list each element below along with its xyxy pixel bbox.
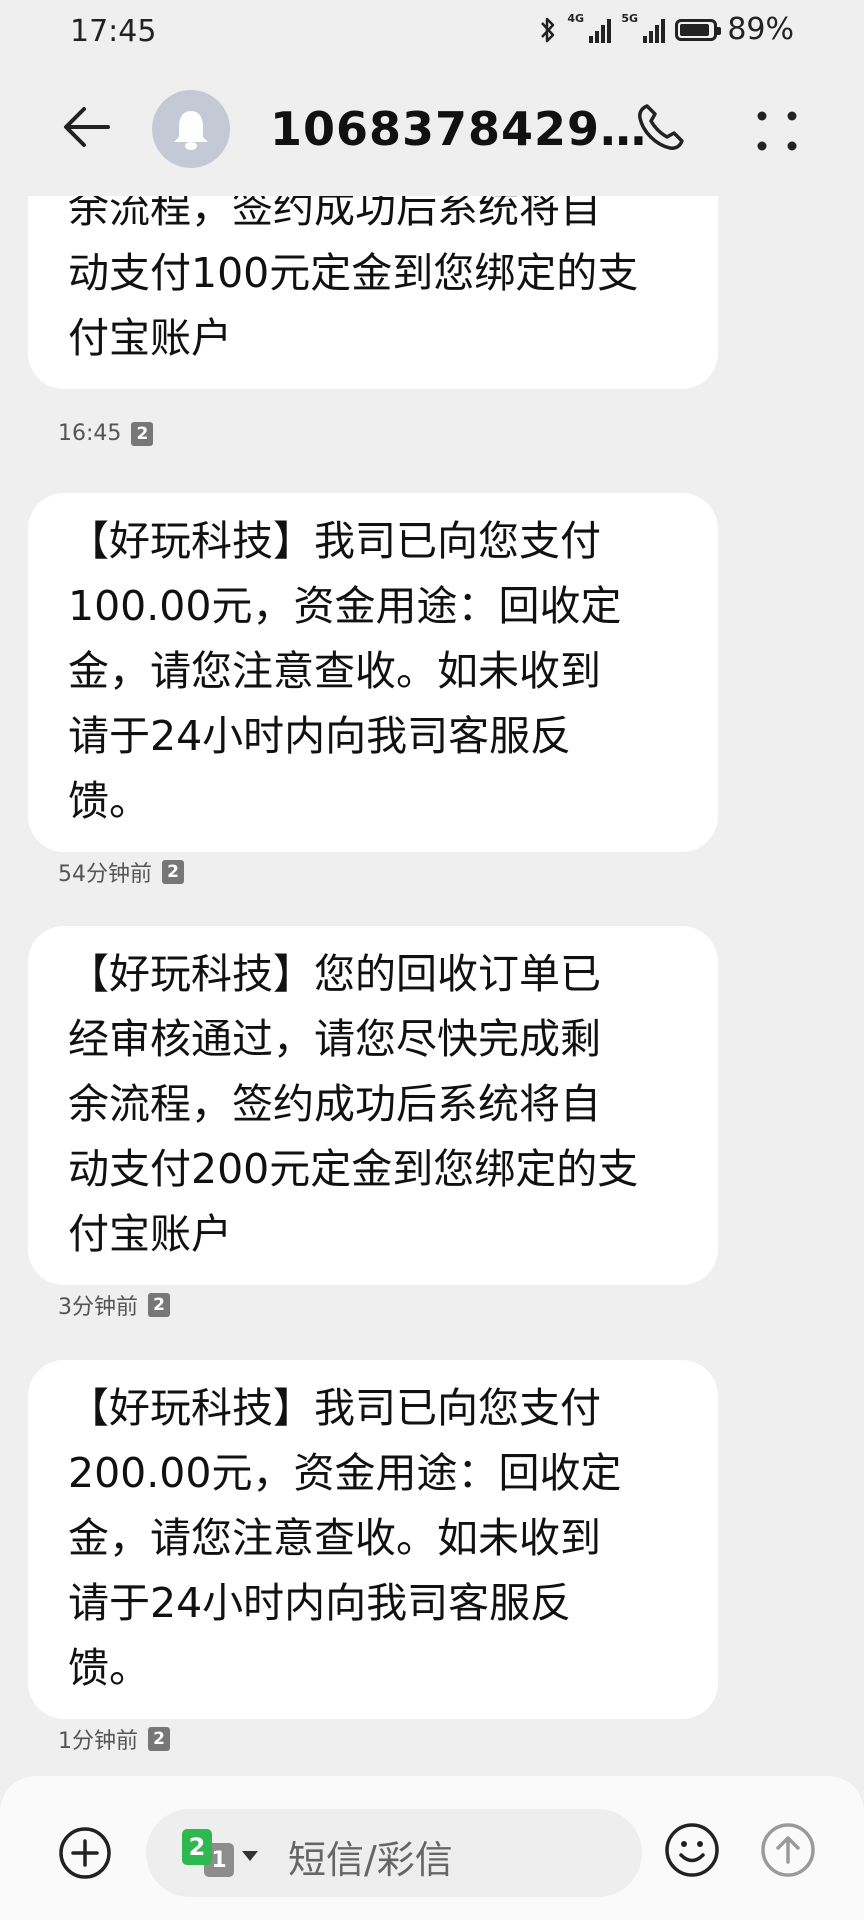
message-line: 请于24小时内向我司客服反 bbox=[68, 712, 572, 760]
bell-icon bbox=[174, 111, 208, 150]
signal-icon: 4G bbox=[567, 12, 612, 43]
status-icons: 4G 5G 89% bbox=[539, 12, 794, 47]
sim-selector[interactable]: 1 2 bbox=[182, 1829, 258, 1877]
sim-badge: 2 bbox=[131, 421, 154, 446]
message-line: 动支付100元定金到您绑定的支 bbox=[68, 249, 639, 297]
bluetooth-icon bbox=[541, 17, 555, 42]
message-time: 3分钟前 bbox=[58, 1295, 138, 1320]
message-time: 54分钟前 bbox=[58, 862, 152, 887]
message-time: 1分钟前 bbox=[58, 1729, 138, 1754]
plus-circle-icon bbox=[59, 1827, 111, 1879]
message-meta: 3分钟前 2 bbox=[58, 1289, 170, 1321]
message-line: 200.00元，资金用途：回收定 bbox=[68, 1449, 622, 1497]
message-line: 经审核通过，请您尽快完成剩 bbox=[68, 1015, 601, 1063]
message-line: 金，请您注意查收。如未收到 bbox=[68, 647, 601, 695]
sim-primary-badge: 2 bbox=[182, 1829, 212, 1865]
conversation-header: 1068378429… bbox=[0, 66, 864, 196]
message-bubble[interactable]: 余流程，签约成功后系统将自 动支付100元定金到您绑定的支 付宝账户 bbox=[28, 196, 718, 389]
message-line: 付宝账户 bbox=[68, 314, 232, 362]
message-bubble[interactable]: 【好玩科技】我司已向您支付 200.00元，资金用途：回收定 金，请您注意查收。… bbox=[28, 1360, 718, 1719]
message-meta: 54分钟前 2 bbox=[58, 856, 184, 888]
message-time: 16:45 bbox=[58, 421, 122, 446]
more-options-button[interactable] bbox=[752, 106, 802, 156]
arrow-left-icon bbox=[64, 107, 110, 147]
emoji-icon bbox=[665, 1823, 719, 1877]
message-line: 余流程，签约成功后系统将自 bbox=[68, 1080, 601, 1128]
signal-icon: 5G bbox=[621, 12, 666, 43]
message-line: 金，请您注意查收。如未收到 bbox=[68, 1514, 601, 1562]
message-bubble[interactable]: 【好玩科技】我司已向您支付 100.00元，资金用途：回收定 金，请您注意查收。… bbox=[28, 493, 718, 852]
status-time: 17:45 bbox=[70, 14, 157, 49]
message-thread[interactable]: 余流程，签约成功后系统将自 动支付100元定金到您绑定的支 付宝账户 16:45… bbox=[0, 196, 864, 1776]
message-bubble[interactable]: 【好玩科技】您的回收订单已 经审核通过，请您尽快完成剩 余流程，签约成功后系统将… bbox=[28, 926, 718, 1285]
battery-percent: 89% bbox=[727, 12, 794, 47]
message-line: 请于24小时内向我司客服反 bbox=[68, 1579, 572, 1627]
send-arrow-icon bbox=[761, 1823, 815, 1877]
sim-badge: 2 bbox=[162, 860, 184, 884]
battery-icon bbox=[675, 18, 722, 41]
more-dots-icon bbox=[757, 111, 797, 151]
message-line: 付宝账户 bbox=[68, 1210, 232, 1258]
message-line: 馈。 bbox=[68, 777, 150, 825]
phone-icon bbox=[638, 104, 684, 150]
chevron-down-icon bbox=[242, 1851, 258, 1861]
avatar[interactable] bbox=[152, 90, 230, 168]
sim-badge: 2 bbox=[148, 1293, 170, 1317]
message-line: 【好玩科技】您的回收订单已 bbox=[68, 950, 601, 998]
compose-bar: 1 2 短信/彩信 bbox=[0, 1776, 864, 1920]
input-placeholder: 短信/彩信 bbox=[288, 1838, 453, 1882]
sim-badge: 2 bbox=[148, 1727, 170, 1751]
message-meta: 1分钟前 2 bbox=[58, 1723, 170, 1755]
send-button[interactable] bbox=[760, 1822, 816, 1878]
message-line: 动支付200元定金到您绑定的支 bbox=[68, 1145, 639, 1193]
message-line: 馈。 bbox=[68, 1644, 150, 1692]
message-line: 100.00元，资金用途：回收定 bbox=[68, 582, 622, 630]
message-line: 余流程，签约成功后系统将自 bbox=[68, 196, 601, 232]
add-attachment-button[interactable] bbox=[58, 1826, 112, 1880]
contact-number[interactable]: 1068378429… bbox=[270, 102, 647, 156]
message-line: 【好玩科技】我司已向您支付 bbox=[68, 1384, 601, 1432]
back-button[interactable] bbox=[58, 98, 116, 156]
message-line: 【好玩科技】我司已向您支付 bbox=[68, 517, 601, 565]
status-bar: 17:45 4G 5G 89% bbox=[0, 0, 864, 66]
message-input[interactable]: 1 2 短信/彩信 bbox=[146, 1809, 642, 1897]
emoji-button[interactable] bbox=[664, 1822, 720, 1878]
message-meta: 16:45 2 bbox=[58, 421, 154, 446]
call-button[interactable] bbox=[632, 100, 688, 156]
